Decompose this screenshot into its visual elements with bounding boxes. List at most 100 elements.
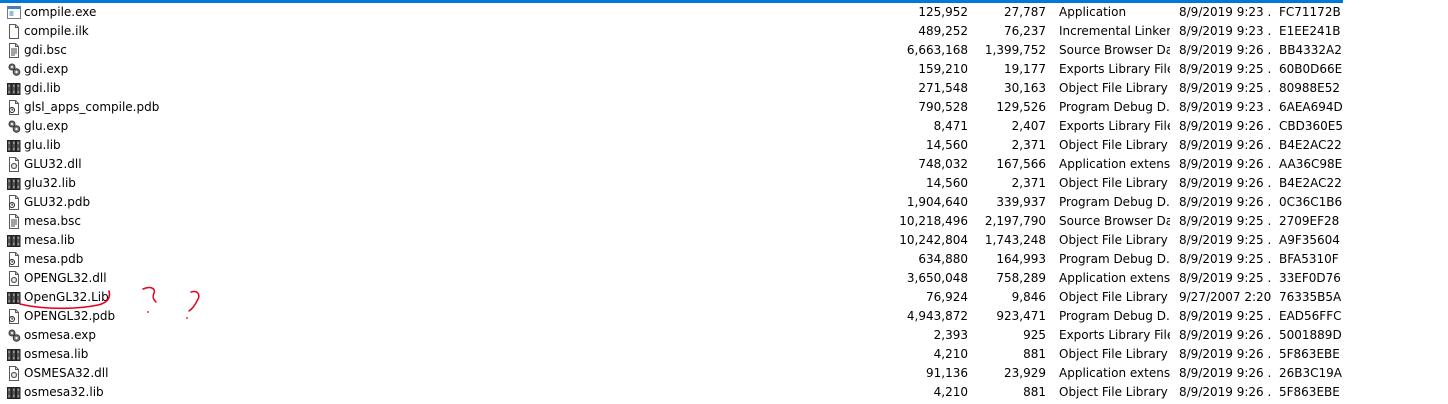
- crc-value: 2709EF28: [1279, 214, 1340, 228]
- file-type: Object File Library: [1059, 290, 1168, 304]
- file-size: 634,880: [918, 252, 968, 266]
- file-row[interactable]: osmesa.exp 2,393 925 Exports Library Fil…: [0, 326, 1448, 345]
- file-row[interactable]: compile.exe 125,952 27,787 Application 8…: [0, 3, 1448, 22]
- crc-value: 5001889D: [1279, 328, 1342, 342]
- packed-size: 167,566: [996, 157, 1046, 171]
- file-name: glsl_apps_compile.pdb: [24, 100, 160, 114]
- modified-date: 9/27/2007 2:20 ...: [1179, 290, 1271, 304]
- file-row[interactable]: compile.ilk 489,252 76,237 Incremental L…: [0, 22, 1448, 41]
- file-name: compile.ilk: [24, 24, 89, 38]
- packed-size: 1,399,752: [984, 43, 1046, 57]
- file-type: Incremental Linker...: [1059, 24, 1170, 38]
- file-size: 14,560: [926, 138, 968, 152]
- file-size: 8,471: [933, 119, 968, 133]
- lib-file-icon: [7, 81, 21, 96]
- file-name: glu32.lib: [24, 176, 76, 190]
- dll-file-icon: [7, 157, 21, 172]
- modified-date: 8/9/2019 9:25 ...: [1179, 233, 1271, 247]
- file-row[interactable]: OPENGL32.dll 3,650,048 758,289 Applicati…: [0, 269, 1448, 288]
- lib-file-icon: [7, 347, 21, 362]
- file-name: GLU32.dll: [24, 157, 82, 171]
- packed-size: 30,163: [1004, 81, 1046, 95]
- crc-value: FC71172B: [1279, 5, 1341, 19]
- packed-size: 2,371: [1011, 138, 1046, 152]
- crc-value: 0C36C1B6: [1279, 195, 1343, 209]
- file-row[interactable]: gdi.exp 159,210 19,177 Exports Library F…: [0, 60, 1448, 79]
- crc-value: CBD360E5: [1279, 119, 1343, 133]
- packed-size: 23,929: [1004, 366, 1046, 380]
- file-row[interactable]: GLU32.dll 748,032 167,566 Application ex…: [0, 155, 1448, 174]
- crc-value: 60B0D66E: [1279, 62, 1343, 76]
- file-type: Object File Library: [1059, 176, 1168, 190]
- file-row[interactable]: glu.exp 8,471 2,407 Exports Library File…: [0, 117, 1448, 136]
- pdb-file-icon: [7, 252, 21, 267]
- modified-date: 8/9/2019 9:25 ...: [1179, 214, 1271, 228]
- crc-value: B4E2AC22: [1279, 138, 1342, 152]
- file-row[interactable]: OPENGL32.pdb 4,943,872 923,471 Program D…: [0, 307, 1448, 326]
- dll-file-icon: [7, 366, 21, 381]
- file-size: 159,210: [918, 62, 968, 76]
- file-type: Exports Library File: [1059, 328, 1170, 342]
- packed-size: 881: [1023, 385, 1046, 399]
- file-name: glu.lib: [24, 138, 61, 152]
- file-size: 4,210: [933, 347, 968, 361]
- packed-size: 758,289: [996, 271, 1046, 285]
- dll-file-icon: [7, 271, 21, 286]
- bsc-file-icon: [7, 43, 21, 58]
- file-type: Source Browser Da...: [1059, 43, 1170, 57]
- file-name: mesa.lib: [24, 233, 75, 247]
- file-type: Program Debug D...: [1059, 309, 1170, 323]
- file-row[interactable]: osmesa.lib 4,210 881 Object File Library…: [0, 345, 1448, 364]
- file-type: Exports Library File: [1059, 62, 1170, 76]
- file-row[interactable]: gdi.bsc 6,663,168 1,399,752 Source Brows…: [0, 41, 1448, 60]
- lib-file-icon: [7, 233, 21, 248]
- file-type: Object File Library: [1059, 81, 1168, 95]
- crc-value: 76335B5A: [1279, 290, 1342, 304]
- modified-date: 8/9/2019 9:26 ...: [1179, 195, 1271, 209]
- file-type: Object File Library: [1059, 233, 1168, 247]
- modified-date: 8/9/2019 9:26 ...: [1179, 176, 1271, 190]
- modified-date: 8/9/2019 9:25 ...: [1179, 62, 1271, 76]
- file-row[interactable]: mesa.lib 10,242,804 1,743,248 Object Fil…: [0, 231, 1448, 250]
- file-type: Exports Library File: [1059, 119, 1170, 133]
- file-type: Object File Library: [1059, 385, 1168, 399]
- modified-date: 8/9/2019 9:23 ...: [1179, 100, 1271, 114]
- crc-value: 6AEA694D: [1279, 100, 1343, 114]
- file-name: gdi.exp: [24, 62, 69, 76]
- file-size: 1,904,640: [906, 195, 968, 209]
- file-row[interactable]: OpenGL32.Lib 76,924 9,846 Object File Li…: [0, 288, 1448, 307]
- file-row[interactable]: gdi.lib 271,548 30,163 Object File Libra…: [0, 79, 1448, 98]
- file-name: OpenGL32.Lib: [24, 290, 109, 304]
- modified-date: 8/9/2019 9:25 ...: [1179, 271, 1271, 285]
- file-row[interactable]: mesa.pdb 634,880 164,993 Program Debug D…: [0, 250, 1448, 269]
- packed-size: 129,526: [996, 100, 1046, 114]
- file-row[interactable]: glu32.lib 14,560 2,371 Object File Libra…: [0, 174, 1448, 193]
- crc-value: EAD56FFC: [1279, 309, 1342, 323]
- packed-size: 1,743,248: [984, 233, 1046, 247]
- file-row[interactable]: glu.lib 14,560 2,371 Object File Library…: [0, 136, 1448, 155]
- modified-date: 8/9/2019 9:26 ...: [1179, 385, 1271, 399]
- file-row[interactable]: GLU32.pdb 1,904,640 339,937 Program Debu…: [0, 193, 1448, 212]
- pdb-file-icon: [7, 195, 21, 210]
- file-name: OSMESA32.dll: [24, 366, 109, 380]
- packed-size: 9,846: [1011, 290, 1046, 304]
- modified-date: 8/9/2019 9:25 ...: [1179, 309, 1271, 323]
- modified-date: 8/9/2019 9:26 ...: [1179, 347, 1271, 361]
- file-name: GLU32.pdb: [24, 195, 91, 209]
- file-name: osmesa.lib: [24, 347, 89, 361]
- packed-size: 164,993: [996, 252, 1046, 266]
- file-name: OPENGL32.dll: [24, 271, 107, 285]
- crc-value: B4E2AC22: [1279, 176, 1342, 190]
- file-row[interactable]: osmesa32.lib 4,210 881 Object File Libra…: [0, 383, 1448, 402]
- file-type: Application: [1059, 5, 1127, 19]
- modified-date: 8/9/2019 9:23 ...: [1179, 5, 1271, 19]
- exp-file-icon: [7, 119, 21, 134]
- modified-date: 8/9/2019 9:26 ...: [1179, 43, 1271, 57]
- file-row[interactable]: OSMESA32.dll 91,136 23,929 Application e…: [0, 364, 1448, 383]
- packed-size: 2,371: [1011, 176, 1046, 190]
- file-row[interactable]: glsl_apps_compile.pdb 790,528 129,526 Pr…: [0, 98, 1448, 117]
- file-row[interactable]: mesa.bsc 10,218,496 2,197,790 Source Bro…: [0, 212, 1448, 231]
- modified-date: 8/9/2019 9:26 ...: [1179, 366, 1271, 380]
- crc-value: AA36C98E: [1279, 157, 1343, 171]
- packed-size: 923,471: [996, 309, 1046, 323]
